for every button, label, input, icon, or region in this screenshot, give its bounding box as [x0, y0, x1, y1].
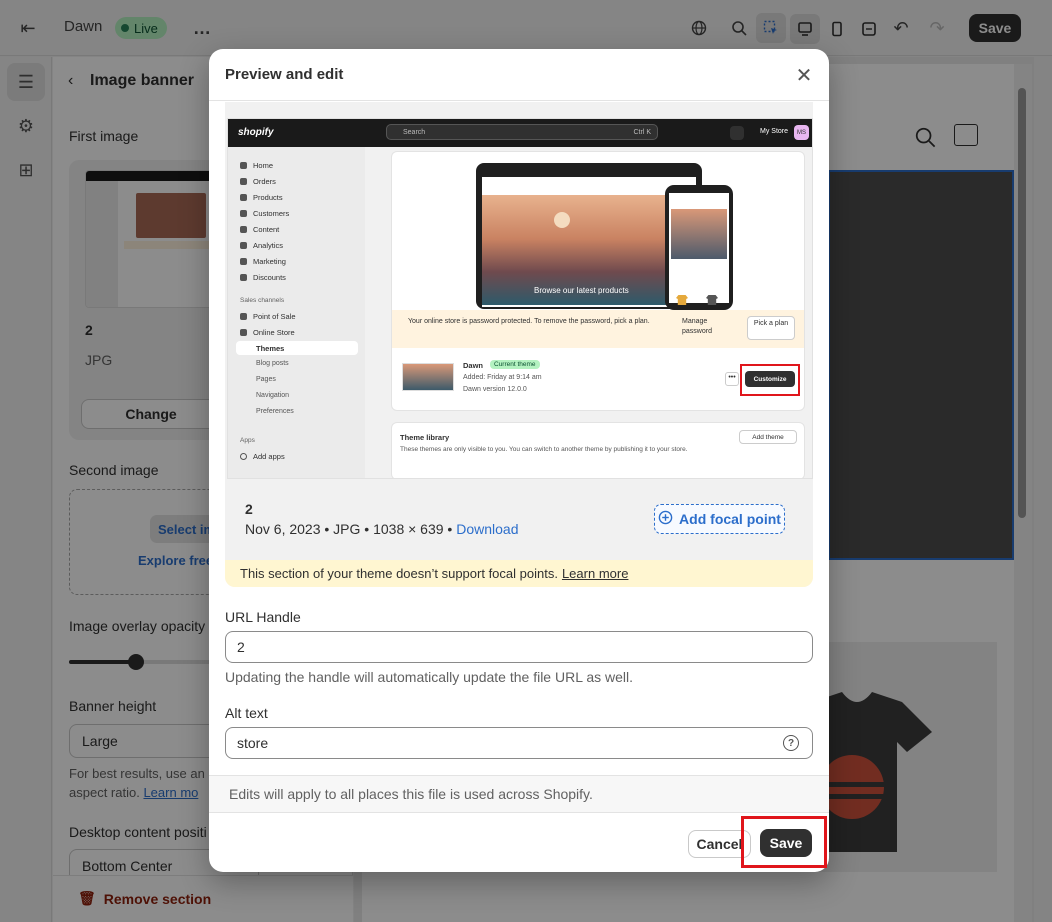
shot-customize-highlight: [740, 364, 800, 396]
shot-nav-item: Content: [240, 225, 279, 234]
shot-sub-item: Preferences: [256, 408, 294, 415]
modal-title: Preview and edit: [225, 66, 344, 83]
shot-add-theme: Add theme: [739, 430, 797, 444]
help-icon[interactable]: ?: [783, 735, 799, 751]
shot-library-desc: These themes are only visible to you. Yo…: [400, 446, 688, 453]
close-icon[interactable]: ✕: [792, 63, 816, 87]
shot-brand: shopify: [238, 127, 274, 138]
shot-search-placeholder: Search: [403, 128, 426, 136]
shot-library-title: Theme library: [400, 433, 450, 442]
add-focal-point-label: Add focal point: [679, 511, 781, 527]
shot-bell-icon: [730, 126, 744, 140]
shot-nav-item: Home: [240, 161, 273, 170]
download-link[interactable]: Download: [456, 521, 518, 537]
shot-themes-active: [236, 341, 358, 355]
modal-footnote: Edits will apply to all places this file…: [209, 775, 829, 813]
shot-search: Search Ctrl K: [386, 124, 658, 140]
focal-warning-banner: This section of your theme doesn’t suppo…: [225, 560, 813, 587]
shot-sub-item: Pages: [256, 376, 276, 383]
alt-text-label: Alt text: [225, 705, 268, 721]
shot-phone-hero: [671, 209, 727, 259]
file-meta: Nov 6, 2023 • JPG • 1038 × 639 • Downloa…: [245, 521, 519, 537]
shot-theme-version: Dawn version 12.0.0: [463, 386, 527, 393]
shot-more-icon: •••: [725, 372, 739, 386]
shot-nav-item: Products: [240, 193, 283, 202]
shot-nav-item: Customers: [240, 209, 289, 218]
alt-text-input[interactable]: store: [225, 727, 813, 759]
url-handle-input[interactable]: 2: [225, 631, 813, 663]
shot-apps-label: Apps: [240, 437, 255, 444]
shot-sales-channels: Sales channels: [240, 297, 285, 304]
shot-sun: [554, 212, 570, 228]
shot-channel-item: Online Store: [240, 328, 295, 337]
shot-manage-password: Manage password: [682, 318, 712, 335]
image-preview: shopify Search Ctrl K My Store MS Home Or…: [227, 118, 813, 479]
shot-channel-item: Point of Sale: [240, 312, 296, 321]
shot-nav-item: Analytics: [240, 241, 283, 250]
plus-circle-icon: [658, 510, 673, 528]
shot-password-text: Your online store is password protected.…: [408, 318, 650, 325]
focal-warning-text: This section of your theme doesn’t suppo…: [240, 566, 558, 581]
shot-sub-item: Blog posts: [256, 360, 289, 367]
shot-sub-item: Navigation: [256, 392, 290, 399]
file-meta-text: Nov 6, 2023 • JPG • 1038 × 639 •: [245, 521, 453, 537]
shot-hero-text: Browse our latest products: [534, 286, 629, 295]
shot-search-shortcut: Ctrl K: [633, 128, 652, 136]
shot-avatar: MS: [794, 125, 809, 140]
shot-nav-item: Marketing: [240, 257, 286, 266]
url-handle-label: URL Handle: [225, 609, 301, 625]
shot-nav-item: Discounts: [240, 273, 286, 282]
shot-themes: Themes: [256, 344, 285, 353]
shot-nav-item: Orders: [240, 177, 276, 186]
alt-text-value: store: [237, 735, 269, 751]
preview-edit-modal: Preview and edit ✕ shopify Search Ctrl K …: [209, 49, 829, 872]
shot-theme-name: Dawn: [463, 361, 484, 370]
shot-current-badge: Current theme: [490, 360, 540, 369]
shot-password-notice: [392, 310, 804, 348]
shot-pick-plan: Pick a plan: [747, 316, 795, 340]
shot-add-apps: Add apps: [240, 452, 285, 461]
shot-theme-thumb: [402, 363, 454, 391]
add-focal-point-button[interactable]: Add focal point: [654, 504, 785, 534]
url-handle-help: Updating the handle will automatically u…: [225, 669, 634, 685]
shot-store-label: My Store: [760, 128, 789, 135]
learn-more-link[interactable]: Learn more: [562, 566, 628, 581]
file-name: 2: [245, 501, 253, 517]
shot-theme-added: Added: Friday at 9:14 am: [463, 374, 542, 381]
save-highlight-box: [741, 816, 827, 868]
